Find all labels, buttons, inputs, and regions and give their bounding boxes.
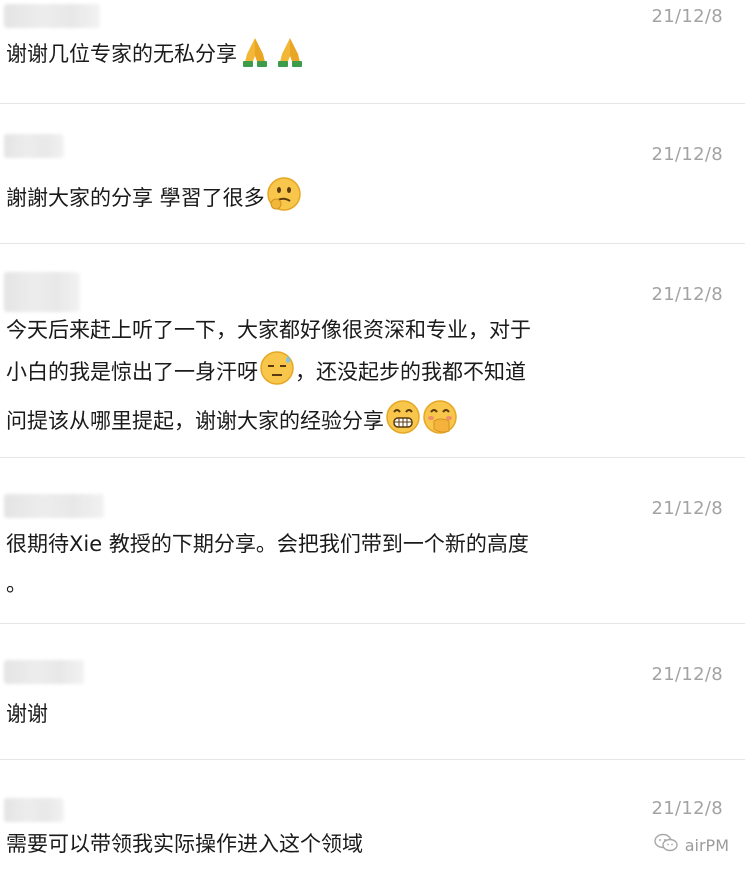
comment-text-line: 小白的我是惊出了一身汗呀 ，还没起步的我都不知道: [6, 350, 616, 399]
grinning-emoji-icon: [385, 399, 421, 448]
comment-text-line: 。: [6, 572, 27, 596]
comment-item: 21/12/8 需要可以带领我实际操作进入这个领域: [0, 760, 745, 869]
comment-text: 需要可以带领我实际操作进入这个领域: [6, 824, 616, 864]
comment-text-content: 问提该从哪里提起，谢谢大家的经验分享: [6, 409, 384, 433]
comment-item: 21/12/8 谢谢几位专家的无私分享: [0, 0, 745, 104]
thinking-face-emoji-icon: [266, 176, 302, 225]
hand-over-mouth-emoji-icon: [422, 399, 460, 448]
comment-text-content: ，还没起步的我都不知道: [295, 360, 526, 384]
comment-feed: 21/12/8 谢谢几位专家的无私分享 21/12/8 謝謝大家的分享 學習了很…: [0, 0, 745, 869]
folded-hands-emoji-icon: [238, 36, 272, 81]
user-name-blurred: [4, 494, 104, 518]
comment-date: 21/12/8: [651, 664, 723, 685]
comment-text-content: 谢谢几位专家的无私分享: [6, 42, 237, 66]
user-name-blurred: [4, 660, 84, 684]
comment-date: 21/12/8: [651, 498, 723, 519]
user-name-blurred: [4, 272, 80, 312]
downcast-sweat-emoji-icon: [259, 350, 295, 399]
watermark: airPM: [653, 833, 729, 857]
wechat-icon: [653, 833, 679, 857]
comment-text: 很期待Xie 教授的下期分享。会把我们带到一个新的高度 。: [6, 524, 616, 604]
comment-text-content: 小白的我是惊出了一身汗呀: [6, 360, 258, 384]
watermark-text: airPM: [684, 835, 729, 855]
comment-item: 21/12/8 謝謝大家的分享 學習了很多: [0, 104, 745, 244]
comment-text: 谢谢几位专家的无私分享: [6, 34, 616, 81]
comment-text: 今天后来赶上听了一下，大家都好像很资深和专业，对于 小白的我是惊出了一身汗呀 ，…: [6, 310, 616, 448]
comment-item: 21/12/8 谢谢: [0, 624, 745, 760]
comment-date: 21/12/8: [651, 284, 723, 305]
folded-hands-emoji-icon: [273, 36, 307, 81]
comment-text: 謝謝大家的分享 學習了很多: [6, 176, 616, 225]
comment-text: 谢谢: [6, 694, 616, 734]
comment-item: 21/12/8 很期待Xie 教授的下期分享。会把我们带到一个新的高度 。: [0, 458, 745, 624]
comment-text-line: 今天后来赶上听了一下，大家都好像很资深和专业，对于: [6, 318, 531, 342]
comment-text-line: 问提该从哪里提起，谢谢大家的经验分享: [6, 399, 616, 448]
comment-date: 21/12/8: [651, 798, 723, 819]
comment-text-content: 谢谢: [6, 702, 48, 726]
user-name-blurred: [4, 798, 64, 822]
comment-text-content: 需要可以带领我实际操作进入这个领域: [6, 832, 363, 856]
user-name-blurred: [4, 134, 64, 158]
comment-text-line: 很期待Xie 教授的下期分享。会把我们带到一个新的高度: [6, 532, 529, 556]
comment-text-content: 謝謝大家的分享 學習了很多: [6, 186, 265, 210]
comment-date: 21/12/8: [651, 6, 723, 27]
comment-item: 21/12/8 今天后来赶上听了一下，大家都好像很资深和专业，对于 小白的我是惊…: [0, 244, 745, 458]
user-name-blurred: [4, 4, 100, 28]
comment-date: 21/12/8: [651, 144, 723, 165]
